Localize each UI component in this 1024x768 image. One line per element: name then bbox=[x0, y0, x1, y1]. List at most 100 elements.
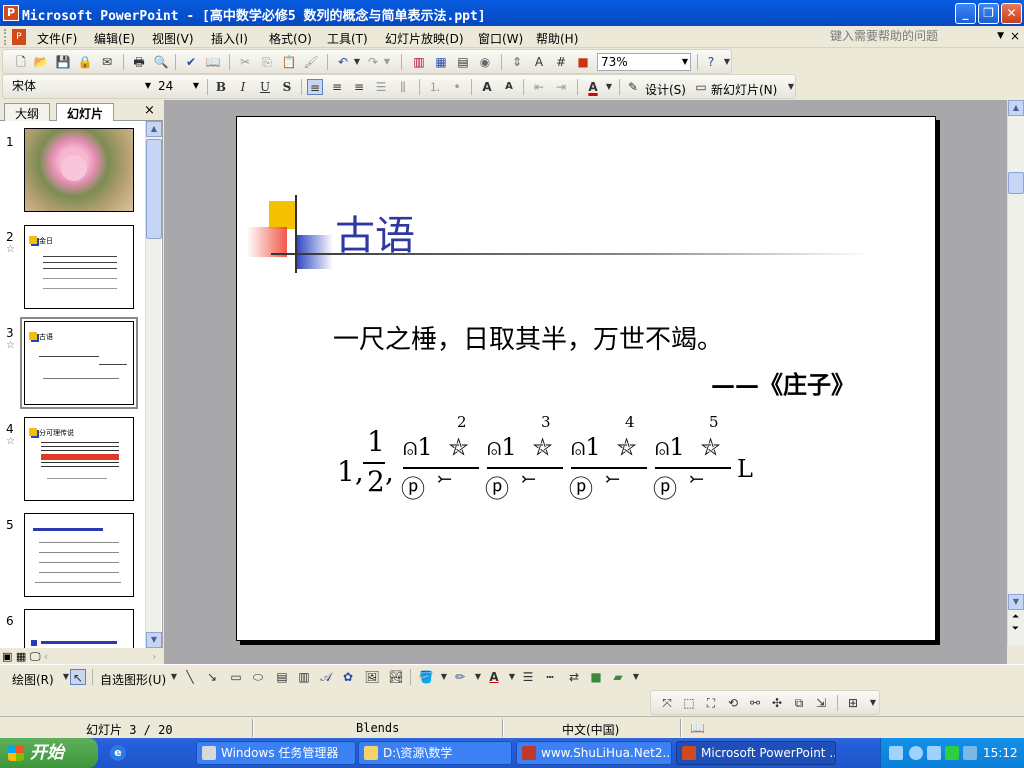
slide-thumbnail-5[interactable] bbox=[24, 513, 134, 597]
bold-button[interactable]: B bbox=[213, 79, 229, 95]
font-size-select[interactable]: 24 ▼ bbox=[155, 78, 201, 96]
slide-sorter-icon[interactable]: ▦ bbox=[16, 650, 26, 663]
open-icon[interactable]: 📂 bbox=[33, 54, 49, 70]
scroll-up-arrow-icon[interactable]: ▲ bbox=[1008, 100, 1024, 116]
scroll-right-icon[interactable]: › bbox=[152, 650, 156, 663]
paste-icon[interactable]: 📋 bbox=[281, 54, 297, 70]
font-color-dropdown-icon[interactable]: ▼ bbox=[601, 79, 617, 95]
spelling-status-icon[interactable]: 📖 bbox=[690, 721, 705, 735]
scroll-thumb[interactable] bbox=[1008, 172, 1024, 194]
scroll-up-arrow-icon[interactable]: ▲ bbox=[146, 121, 162, 137]
volume-icon[interactable] bbox=[963, 746, 977, 760]
insert-chart-icon[interactable]: ▥ bbox=[411, 54, 427, 70]
slide-thumbnail-3[interactable]: 古语 bbox=[20, 317, 138, 409]
slide-canvas[interactable]: 古语 一尺之棰，日取其半，万世不竭。 ——《庄子》 1, 1 2 , ⍝1 2 … bbox=[236, 116, 936, 641]
dash-style-icon[interactable]: ┅ bbox=[542, 669, 558, 685]
copy-icon[interactable]: ⎘ bbox=[259, 54, 275, 70]
cut-icon[interactable]: ✂ bbox=[237, 54, 253, 70]
email-icon[interactable]: ✉ bbox=[99, 54, 115, 70]
start-button[interactable]: 开始 bbox=[0, 738, 98, 768]
format-painter-icon[interactable]: 🖌 bbox=[303, 54, 319, 70]
tool-icon[interactable]: ⇲ bbox=[813, 695, 829, 711]
close-button[interactable]: ✕ bbox=[1001, 3, 1022, 24]
save-icon[interactable]: 💾 bbox=[55, 54, 71, 70]
task-button-browser[interactable]: www.ShuLiHua.Net2... bbox=[516, 741, 672, 765]
tool-icon[interactable]: ✣ bbox=[769, 695, 785, 711]
show-grid-icon[interactable]: # bbox=[553, 54, 569, 70]
tab-slides[interactable]: 幻灯片 bbox=[56, 103, 115, 121]
menu-file[interactable]: 文件(F) bbox=[37, 30, 77, 47]
insert-table-icon[interactable]: ▦ bbox=[433, 54, 449, 70]
menu-insert[interactable]: 插入(I) bbox=[211, 30, 248, 47]
show-formatting-icon[interactable]: A bbox=[531, 54, 547, 70]
design-button[interactable]: 设计(S) bbox=[645, 81, 686, 98]
zoom-select[interactable]: 73% ▼ bbox=[597, 53, 691, 71]
wordart-icon[interactable]: 𝒜 bbox=[318, 669, 334, 685]
permission-icon[interactable]: 🔒 bbox=[77, 54, 93, 70]
align-center-icon[interactable]: ≡ bbox=[329, 79, 345, 95]
fill-color-icon[interactable]: 🪣 bbox=[418, 669, 434, 685]
maximize-button[interactable]: ❐ bbox=[978, 3, 999, 24]
undo-dropdown-icon[interactable]: ▼ bbox=[349, 54, 365, 70]
slide-thumbnail-6[interactable] bbox=[24, 609, 134, 649]
menu-slideshow[interactable]: 幻灯片放映(D) bbox=[385, 30, 464, 47]
menu-edit[interactable]: 编辑(E) bbox=[94, 30, 135, 47]
scroll-left-icon[interactable]: ‹ bbox=[44, 650, 48, 663]
help-icon[interactable]: ? bbox=[703, 54, 719, 70]
expand-all-icon[interactable]: ⇕ bbox=[509, 54, 525, 70]
menu-window[interactable]: 窗口(W) bbox=[478, 30, 523, 47]
tool-icon[interactable]: ⚯ bbox=[747, 695, 763, 711]
scroll-down-arrow-icon[interactable]: ▼ bbox=[146, 632, 162, 648]
insert-picture-icon[interactable]: 🏞 bbox=[388, 669, 404, 685]
thumbnail-scrollbar[interactable]: ▲ ▼ bbox=[145, 121, 162, 653]
slide-thumbnail-4[interactable]: 分可理传说 bbox=[24, 417, 134, 501]
tool-icon[interactable]: ⧉ bbox=[791, 695, 807, 711]
minimize-button[interactable]: _ bbox=[955, 3, 976, 24]
slideshow-icon[interactable]: 🖵 bbox=[30, 650, 41, 663]
normal-view-icon[interactable]: ▣ bbox=[2, 650, 12, 663]
numbering-icon[interactable]: ⒈ bbox=[427, 79, 443, 95]
align-left-icon[interactable]: ≡ bbox=[307, 79, 323, 95]
vertical-textbox-icon[interactable]: ▥ bbox=[296, 669, 312, 685]
menubar-grip[interactable] bbox=[4, 29, 7, 45]
toolbar-options-icon[interactable]: ▼ bbox=[628, 669, 644, 685]
tables-borders-icon[interactable]: ▤ bbox=[455, 54, 471, 70]
bullets-icon[interactable]: • bbox=[449, 79, 465, 95]
shadow-button[interactable]: S bbox=[279, 79, 295, 95]
slide-scrollbar[interactable]: ▲ ▼ bbox=[1007, 100, 1024, 645]
scroll-down-arrow-icon[interactable]: ▼ bbox=[1008, 594, 1024, 610]
tool-icon[interactable]: ⊞ bbox=[845, 695, 861, 711]
oval-tool-icon[interactable]: ⬭ bbox=[250, 669, 266, 685]
shadow-style-icon[interactable]: ■ bbox=[588, 669, 604, 685]
menu-tools[interactable]: 工具(T) bbox=[327, 30, 368, 47]
clipart-icon[interactable]: 🖼 bbox=[364, 669, 380, 685]
task-button-powerpoint[interactable]: Microsoft PowerPoint ... bbox=[676, 741, 836, 765]
tab-outline[interactable]: 大纲 bbox=[4, 103, 51, 121]
new-icon[interactable]: 🗋 bbox=[13, 54, 29, 70]
columns-icon[interactable]: ⫼ bbox=[395, 79, 411, 95]
tool-icon[interactable]: ⬚ bbox=[681, 695, 697, 711]
new-slide-icon[interactable]: ▭ bbox=[693, 79, 709, 95]
menu-view[interactable]: 视图(V) bbox=[152, 30, 194, 47]
help-search-input[interactable]: 键入需要帮助的问题 ▼ bbox=[826, 28, 1006, 45]
slide-thumbnail-1[interactable] bbox=[24, 128, 134, 212]
italic-button[interactable]: I bbox=[235, 79, 251, 95]
slide-title[interactable]: 古语 bbox=[335, 203, 415, 261]
diagram-icon[interactable]: ✿ bbox=[340, 669, 356, 685]
decrease-indent-icon[interactable]: ⇤ bbox=[531, 79, 547, 95]
chevron-down-icon[interactable]: ▼ bbox=[436, 669, 452, 685]
help-tray-icon[interactable] bbox=[909, 746, 923, 760]
textbox-tool-icon[interactable]: ▤ bbox=[274, 669, 290, 685]
arrow-style-icon[interactable]: ⇄ bbox=[566, 669, 582, 685]
draw-menu-button[interactable]: 绘图(R) bbox=[12, 671, 54, 688]
sequence-formula[interactable]: 1, 1 2 , ⍝1 2 ⛥ ⓟ ⤚ ⍝1 3 ⛥ ⓟ ⤚ ⍝1 4 ⛥ ⓟ bbox=[337, 413, 777, 525]
new-slide-button[interactable]: 新幻灯片(N) bbox=[711, 81, 777, 98]
align-right-icon[interactable]: ≡ bbox=[351, 79, 367, 95]
insert-diagram-icon[interactable]: ◉ bbox=[477, 54, 493, 70]
color-grayscale-icon[interactable]: ■ bbox=[575, 54, 591, 70]
document-close-button[interactable]: × bbox=[1010, 29, 1020, 43]
security-icon[interactable] bbox=[945, 746, 959, 760]
underline-button[interactable]: U bbox=[257, 79, 273, 95]
print-icon[interactable]: 🖶 bbox=[131, 54, 147, 70]
line-style-icon[interactable]: ☰ bbox=[520, 669, 536, 685]
